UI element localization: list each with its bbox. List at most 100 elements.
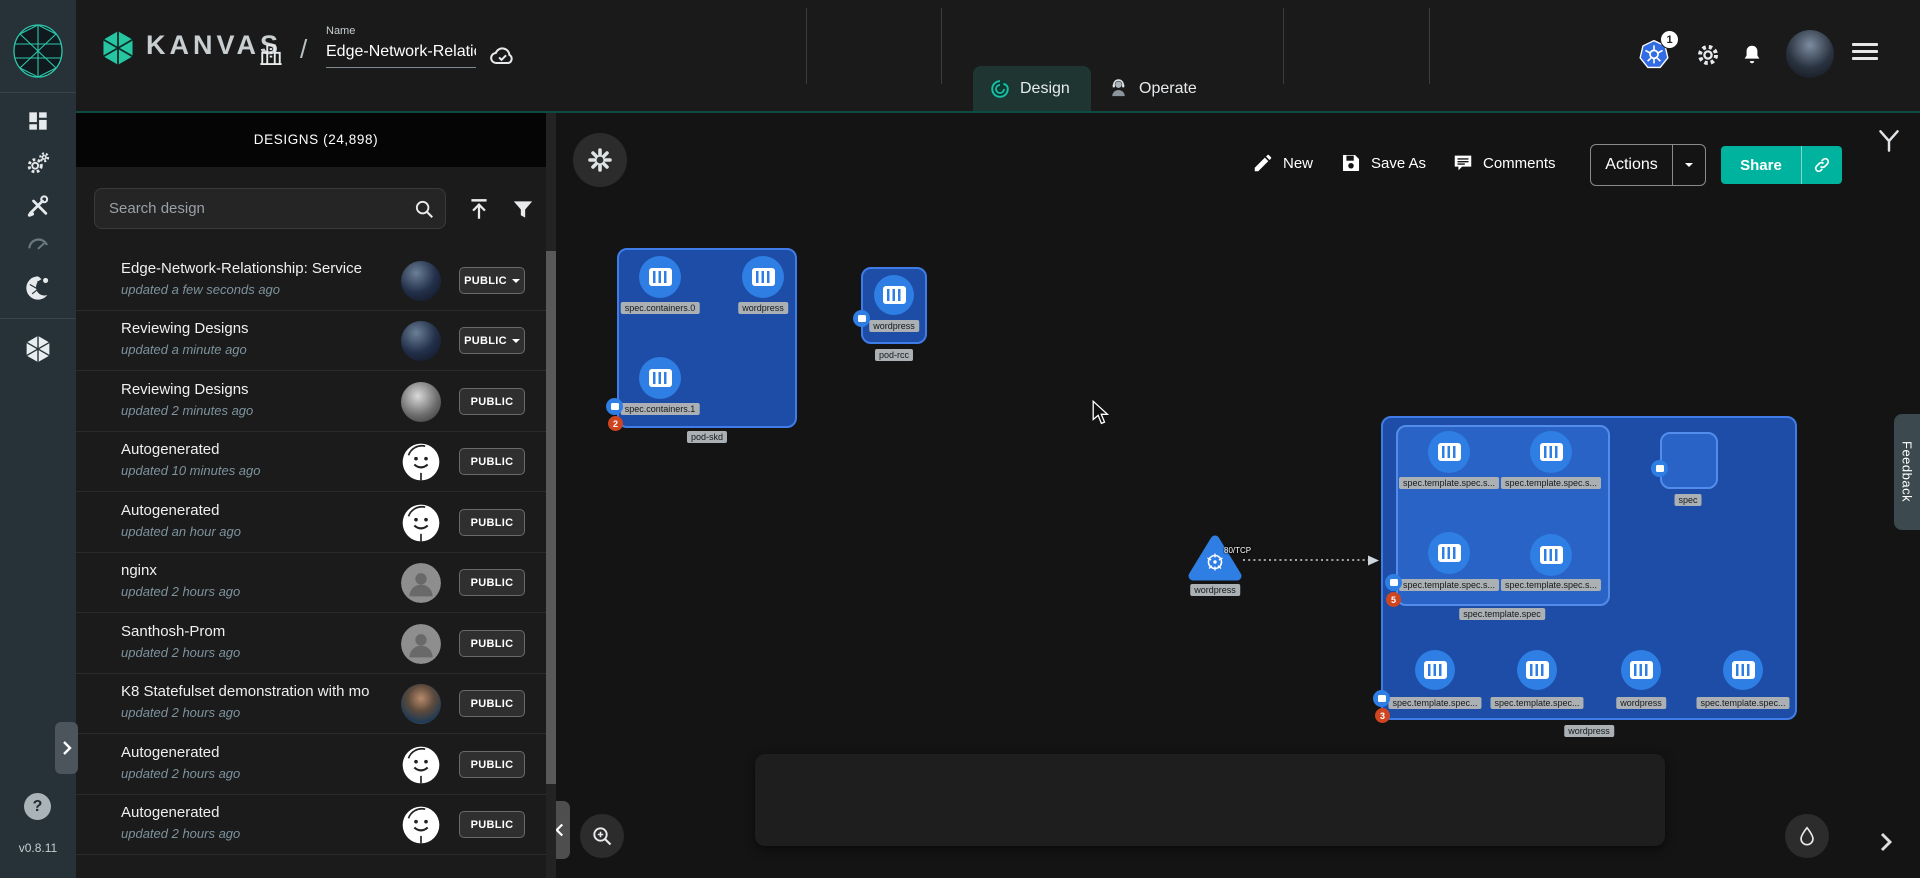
service-edge[interactable] xyxy=(1243,551,1383,569)
container-node[interactable] xyxy=(1415,650,1455,690)
sidebar-expand-button[interactable] xyxy=(55,722,78,774)
container-node[interactable] xyxy=(1517,650,1557,690)
container-node[interactable] xyxy=(1621,650,1661,690)
design-updated: updated 2 hours ago xyxy=(121,705,240,720)
lifecycle-gears-icon[interactable] xyxy=(25,150,52,177)
owner-avatar xyxy=(401,745,441,785)
owner-avatar xyxy=(401,624,441,664)
error-count-badge[interactable]: 3 xyxy=(1375,708,1390,723)
design-updated: updated 2 hours ago xyxy=(121,826,240,841)
breadcrumb-separator: / xyxy=(300,34,307,65)
visibility-label: PUBLIC xyxy=(464,335,507,347)
settings-gear-icon[interactable] xyxy=(1694,41,1722,69)
node-label: spec.containers.1 xyxy=(621,403,700,415)
spec-node[interactable] xyxy=(1660,432,1718,489)
chevron-right-icon xyxy=(1878,830,1894,854)
container-node[interactable] xyxy=(1530,534,1572,576)
node-label: spec.template.spec... xyxy=(1696,697,1789,709)
smiley-avatar-icon xyxy=(401,442,441,482)
visibility-button[interactable]: PUBLIC xyxy=(459,388,525,415)
visibility-button[interactable]: PUBLIC xyxy=(459,509,525,536)
container-node[interactable] xyxy=(742,256,784,298)
design-list-item[interactable]: Autogenerated updated 2 hours ago PUBLIC xyxy=(76,795,546,855)
comments-button[interactable]: Comments xyxy=(1452,152,1556,174)
design-list-item[interactable]: Autogenerated updated 2 hours ago PUBLIC xyxy=(76,735,546,795)
visibility-button[interactable]: PUBLIC xyxy=(459,751,525,778)
container-node[interactable] xyxy=(639,357,681,399)
share-button[interactable]: Share xyxy=(1721,146,1801,184)
design-name-input[interactable] xyxy=(326,43,476,68)
visibility-button[interactable]: PUBLIC xyxy=(459,690,525,717)
extensions-mesh-icon[interactable] xyxy=(24,274,52,302)
visibility-button[interactable]: PUBLIC xyxy=(459,267,525,294)
cloud-saved-icon xyxy=(487,42,517,70)
configuration-tools-icon[interactable] xyxy=(25,192,52,219)
tab-design[interactable]: Design xyxy=(973,66,1091,111)
design-list-item[interactable]: Reviewing Designs updated 2 minutes ago … xyxy=(76,372,546,432)
design-list-item[interactable]: nginx updated 2 hours ago PUBLIC xyxy=(76,553,546,613)
help-button[interactable]: ? xyxy=(24,793,51,820)
actions-dropdown-button[interactable]: Actions xyxy=(1590,144,1706,186)
deployment-kind-badge-icon xyxy=(1373,690,1390,707)
design-list-item[interactable]: K8 Statefulset demonstration with mo upd… xyxy=(76,674,546,734)
container-node[interactable] xyxy=(1428,431,1470,473)
visibility-button[interactable]: PUBLIC xyxy=(459,569,525,596)
menu-hamburger-icon[interactable] xyxy=(1852,39,1878,64)
container-node[interactable] xyxy=(1428,532,1470,574)
hierarchy-toggle-button[interactable] xyxy=(1874,126,1904,161)
feedback-tab[interactable]: Feedback xyxy=(1894,414,1920,530)
performance-dial-icon[interactable] xyxy=(25,231,51,257)
zoom-in-button[interactable] xyxy=(580,814,624,858)
visibility-button[interactable]: PUBLIC xyxy=(459,811,525,838)
container-icon xyxy=(1540,443,1563,461)
design-title: Autogenerated xyxy=(121,804,397,821)
person-avatar-icon xyxy=(401,624,441,664)
design-search[interactable] xyxy=(94,188,446,229)
node-label: spec.template.spec.s... xyxy=(1399,477,1499,489)
layer5-mesh-logo[interactable] xyxy=(11,22,65,80)
container-node[interactable] xyxy=(874,275,914,315)
container-node[interactable] xyxy=(1530,431,1572,473)
design-list-item[interactable]: Reviewing Designs updated a minute ago P… xyxy=(76,311,546,371)
import-design-icon[interactable] xyxy=(466,196,492,222)
owner-avatar xyxy=(401,563,441,603)
visibility-button[interactable]: PUBLIC xyxy=(459,327,525,354)
error-count-badge[interactable]: 2 xyxy=(608,416,623,431)
user-avatar[interactable] xyxy=(1786,30,1834,78)
panel-scrollbar-thumb[interactable] xyxy=(546,251,556,784)
new-design-button[interactable]: New xyxy=(1252,152,1313,174)
expand-right-button[interactable] xyxy=(1878,830,1894,859)
visibility-button[interactable]: PUBLIC xyxy=(459,630,525,657)
dashboard-icon[interactable] xyxy=(25,108,51,134)
design-list-item[interactable]: Edge-Network-Relationship: Service updat… xyxy=(76,251,546,311)
design-list-item[interactable]: Autogenerated updated 10 minutes ago PUB… xyxy=(76,432,546,492)
screenshot-drop-button[interactable] xyxy=(1785,814,1829,858)
owner-avatar xyxy=(401,442,441,482)
visibility-label: PUBLIC xyxy=(471,456,514,468)
app-header: KANVAS / Name Design Operate xyxy=(76,0,1920,111)
visibility-button[interactable]: PUBLIC xyxy=(459,448,525,475)
nav-sidebar: ? v0.8.11 xyxy=(0,0,76,878)
view-options-button[interactable] xyxy=(573,133,627,187)
search-input[interactable] xyxy=(109,200,413,217)
container-node[interactable] xyxy=(639,256,681,298)
feedback-label: Feedback xyxy=(1900,441,1915,502)
notifications-bell-icon[interactable] xyxy=(1739,42,1765,68)
design-list-item[interactable]: Autogenerated updated an hour ago PUBLIC xyxy=(76,493,546,553)
container-icon xyxy=(1438,544,1461,562)
smiley-avatar-icon xyxy=(401,503,441,543)
tab-operate[interactable]: Operate xyxy=(1091,66,1243,111)
service-node[interactable] xyxy=(1186,532,1244,584)
pod-kind-badge-icon xyxy=(606,398,623,415)
design-spiral-icon xyxy=(989,78,1011,100)
filter-funnel-icon[interactable] xyxy=(510,196,536,222)
design-list-item[interactable]: Santhosh-Prom updated 2 hours ago PUBLIC xyxy=(76,614,546,674)
edge-port-label: 80/TCP xyxy=(1224,546,1251,555)
error-count-badge[interactable]: 5 xyxy=(1386,592,1401,607)
design-updated: updated 2 hours ago xyxy=(121,584,240,599)
kanvas-hexagon-icon[interactable] xyxy=(24,334,52,364)
copy-link-button[interactable] xyxy=(1801,146,1842,184)
organization-icon[interactable] xyxy=(256,38,286,70)
save-as-button[interactable]: Save As xyxy=(1340,152,1426,174)
container-node[interactable] xyxy=(1723,650,1763,690)
